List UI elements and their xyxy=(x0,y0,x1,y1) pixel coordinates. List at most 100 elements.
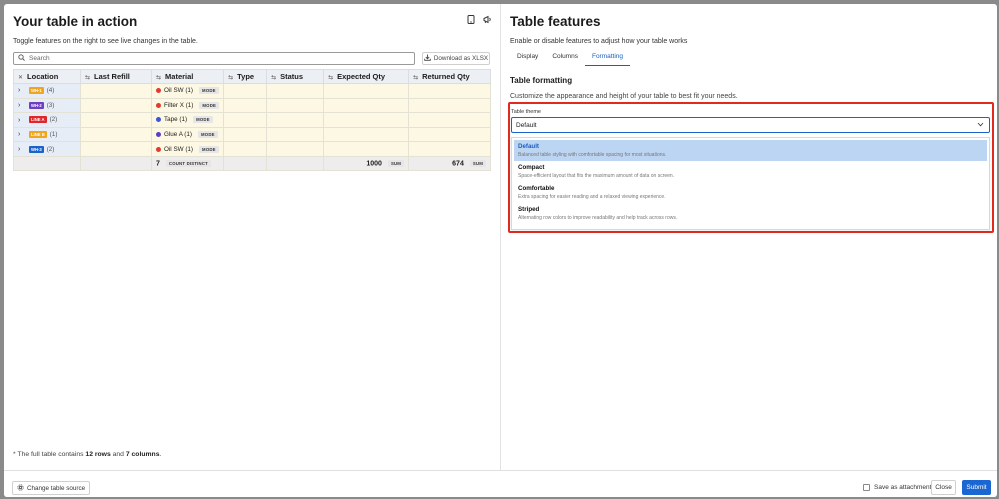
table-row[interactable]: › WH-3 (2) Oil SW (1) MODE xyxy=(13,141,491,157)
last-refill-cell xyxy=(80,97,152,114)
theme-option-compact[interactable]: Compact Space-efficient layout that fits… xyxy=(514,161,987,182)
returned-qty-cell xyxy=(408,83,491,99)
theme-option-striped[interactable]: Striped Alternating row colors to improv… xyxy=(514,203,987,224)
type-cell xyxy=(223,141,268,157)
location-cell: › LINE B (1) xyxy=(13,126,81,143)
close-button[interactable]: Close xyxy=(931,480,956,495)
column-header-material[interactable]: ⇆ Material xyxy=(150,69,225,84)
column-header-returned-qty[interactable]: ⇆ Returned Qty xyxy=(408,69,491,84)
group-count: (4) xyxy=(46,87,55,95)
column-header-expected-qty[interactable]: ⇆ Expected Qty xyxy=(323,69,410,84)
chevron-right-icon[interactable]: › xyxy=(18,87,26,94)
group-icon: ⇆ xyxy=(271,75,277,81)
change-table-source-label: Change table source xyxy=(27,484,86,492)
table-row[interactable]: › WH-1 (4) Oil SW (1) MODE xyxy=(13,83,491,99)
aggregation-badge: SUM xyxy=(469,159,486,167)
material-cell: Filter X (1) MODE xyxy=(150,97,225,114)
aggregation-badge: MODE xyxy=(199,87,219,95)
submit-button[interactable]: Submit xyxy=(962,480,991,495)
group-count: (3) xyxy=(46,101,55,109)
table-theme-select[interactable]: Default xyxy=(511,117,990,133)
chevron-right-icon[interactable]: › xyxy=(18,131,26,138)
location-cell: › LINE A (2) xyxy=(13,112,81,128)
features-tabs: Display Columns Formatting xyxy=(510,51,631,66)
location-tag: WH-2 xyxy=(29,101,44,109)
location-cell: › WH-1 (4) xyxy=(13,83,81,99)
table-footnote: * The full table contains 12 rows and 7 … xyxy=(13,451,162,458)
chevron-right-icon[interactable]: › xyxy=(18,102,26,109)
tab-columns[interactable]: Columns xyxy=(545,51,585,66)
expected-qty-cell xyxy=(323,112,410,128)
theme-options-list: Default Balanced table styling with comf… xyxy=(511,137,990,230)
totals-material-cell: 7 COUNT DISTINCT xyxy=(150,155,225,171)
material-cell: Tape (1) MODE xyxy=(150,112,225,128)
download-xlsx-button[interactable]: Download as XLSX xyxy=(422,52,490,65)
search-input[interactable] xyxy=(29,55,409,62)
save-as-attachment[interactable]: Save as attachment xyxy=(863,484,931,491)
device-icon[interactable] xyxy=(466,15,475,24)
chevron-right-icon[interactable]: › xyxy=(18,117,26,124)
group-icon: ⇆ xyxy=(156,75,162,81)
aggregation-badge: MODE xyxy=(193,116,213,124)
aggregation-badge: MODE xyxy=(199,101,220,109)
table-row[interactable]: › LINE B (1) Glue A (1) MODE xyxy=(13,126,491,143)
megaphone-icon[interactable] xyxy=(483,15,492,24)
location-cell: › WH-2 (3) xyxy=(13,97,81,114)
last-refill-cell xyxy=(80,126,152,143)
gear-icon xyxy=(17,483,24,493)
aggregation-badge: COUNT DISTINCT xyxy=(165,159,211,167)
totals-location-cell xyxy=(13,155,81,171)
totals-row: 7 COUNT DISTINCT 1000 SUM 674 SUM xyxy=(13,155,491,171)
dialog-footer: Change table source Save as attachment C… xyxy=(4,470,997,497)
material-value: Glue A (1) xyxy=(164,131,193,139)
group-icon: ⇆ xyxy=(228,75,234,81)
table-row[interactable]: › WH-2 (3) Filter X (1) MODE xyxy=(13,97,491,114)
search-icon xyxy=(18,54,25,63)
tab-display[interactable]: Display xyxy=(510,51,545,66)
type-cell xyxy=(223,126,268,143)
column-header-location[interactable]: ✕ Location xyxy=(13,69,81,84)
group-icon: ⇆ xyxy=(328,75,334,81)
status-cell xyxy=(266,97,325,114)
table-row[interactable]: › LINE A (2) Tape (1) MODE xyxy=(13,112,491,128)
material-value: Filter X (1) xyxy=(164,101,194,109)
aggregation-badge: MODE xyxy=(199,145,219,153)
material-cell: Oil SW (1) MODE xyxy=(150,141,225,157)
location-cell: › WH-3 (2) xyxy=(13,141,81,157)
chevron-down-icon xyxy=(977,122,984,129)
returned-qty-cell xyxy=(408,126,491,143)
preview-toolbar xyxy=(466,15,492,24)
chevron-right-icon[interactable]: › xyxy=(18,146,26,153)
features-title: Table features xyxy=(510,14,601,29)
totals-last-refill-cell xyxy=(80,155,152,171)
status-cell xyxy=(266,126,325,143)
column-header-last-refill[interactable]: ⇆ Last Refill xyxy=(80,69,152,84)
theme-option-comfortable[interactable]: Comfortable Extra spacing for easier rea… xyxy=(514,182,987,203)
status-cell xyxy=(266,112,325,128)
last-refill-cell xyxy=(80,112,152,128)
tab-formatting[interactable]: Formatting xyxy=(584,51,631,66)
material-cell: Oil SW (1) MODE xyxy=(150,83,225,99)
returned-qty-cell xyxy=(408,97,491,114)
column-header-type[interactable]: ⇆ Type xyxy=(223,69,268,84)
group-count: (2) xyxy=(49,116,58,124)
table-dialog: Your table in action Toggle features on … xyxy=(4,4,997,497)
material-cell: Glue A (1) MODE xyxy=(150,126,225,143)
change-table-source-button[interactable]: Change table source xyxy=(12,481,91,495)
material-dot xyxy=(156,88,161,94)
aggregation-badge: SUM xyxy=(387,159,405,167)
column-header-status[interactable]: ⇆ Status xyxy=(266,69,325,84)
select-value: Default xyxy=(516,121,537,129)
theme-option-default[interactable]: Default Balanced table styling with comf… xyxy=(514,140,987,161)
material-dot xyxy=(156,102,161,108)
section-subtitle: Customize the appearance and height of y… xyxy=(510,93,738,100)
table-theme-label: Table theme xyxy=(511,109,541,115)
location-tag: LINE B xyxy=(29,130,47,138)
close-icon[interactable]: ✕ xyxy=(18,75,23,81)
save-attachment-checkbox[interactable] xyxy=(863,484,870,491)
group-count: (1) xyxy=(49,131,58,139)
totals-type-cell xyxy=(223,155,268,171)
table-search[interactable] xyxy=(13,52,415,65)
preview-title: Your table in action xyxy=(13,14,138,29)
table-features-pane: Table features Enable or disable feature… xyxy=(502,4,997,470)
